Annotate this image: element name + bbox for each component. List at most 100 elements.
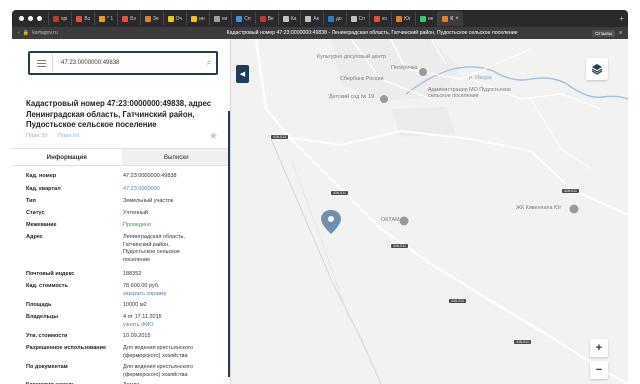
close-window-button[interactable] [19, 16, 24, 21]
browser-tab[interactable]: Вз [117, 12, 140, 25]
info-tabs: Информация Выписки [12, 148, 230, 166]
property-key: Разрешенное использование [26, 345, 107, 351]
browser-tab[interactable]: не [414, 12, 438, 25]
browser-tabs: spi Вз * 1 Вз Зе Оч ин ни Сп Ве Ка Ак до Сп ко Юг не К × [48, 11, 615, 26]
plan-kk-link[interactable]: План КК [58, 133, 80, 139]
address-right: Отзывы ≡ [592, 29, 628, 37]
road-tag: 41К-011 [331, 191, 349, 195]
plan-zu-link[interactable]: План ЗУ [26, 133, 48, 139]
property-key: Межевание [26, 222, 57, 228]
browser-tab[interactable]: ко [368, 12, 391, 25]
property-value-line: Проведено [123, 222, 152, 228]
tab-label: ин [199, 15, 205, 22]
browser-tab[interactable]: Сп [345, 12, 369, 25]
reviews-badge[interactable]: Отзывы [592, 29, 615, 37]
tab-label: Ка [290, 15, 297, 22]
property-key: Адрес [26, 234, 43, 240]
zoom-in-button[interactable]: + [590, 339, 608, 357]
browser-tab[interactable]: ин [186, 12, 209, 25]
road-tag: 41К-011 [449, 299, 467, 303]
object-title: Кадастровый номер 47:23:0000000:49838, а… [26, 99, 212, 129]
layers-icon [591, 64, 603, 75]
tab-label: К [450, 15, 454, 22]
browser-tab[interactable]: Оч [162, 12, 187, 25]
property-value-line: Земельный участок [123, 198, 174, 204]
favicon-icon [236, 15, 243, 22]
tab-info[interactable]: Информация [12, 149, 122, 165]
plan-links: План ЗУ План КК [26, 133, 79, 139]
property-value-line: Пудостьское сельское [123, 249, 180, 256]
favicon-icon [99, 15, 106, 22]
maximize-window-button[interactable] [37, 16, 42, 21]
back-icon[interactable]: ‹ [18, 30, 20, 36]
active-browser-tab[interactable]: К × [437, 11, 463, 26]
url-field[interactable]: ‹ 🔒 kartagov.ru [12, 30, 152, 36]
property-value-line: 47:23:0000000 [123, 186, 160, 192]
search-box[interactable]: 47:23:0000000:49838 ⌕ [28, 51, 218, 75]
favicon-icon [373, 15, 380, 22]
search-icon[interactable]: ⌕ [202, 58, 216, 68]
map-label-sberbank: Сбербанк России [340, 76, 384, 82]
browser-tab[interactable]: Юг [391, 12, 415, 25]
favicon-icon [213, 15, 220, 22]
close-tab-icon[interactable]: × [455, 16, 459, 22]
browser-tab[interactable]: Ак [300, 12, 323, 25]
map-area[interactable]: Культурно досуговый центр Пятёрочка Сбер… [231, 39, 628, 384]
property-value: Земельный участок [123, 198, 227, 206]
map-label-kivennapa: ЖК Кивеннапа Юг [516, 205, 562, 211]
property-value-line: 78,600.00 руб. [123, 283, 160, 289]
browser-tab[interactable]: Ка [277, 12, 301, 25]
browser-tab[interactable]: Зе [139, 12, 163, 25]
browser-tab[interactable]: Сп [231, 12, 254, 25]
tab-extracts[interactable]: Выписки [121, 149, 230, 165]
favicon-icon [396, 15, 402, 22]
minimize-window-button[interactable] [28, 16, 33, 21]
tab-label: Ак [313, 15, 319, 22]
property-value: Учтенный [123, 210, 227, 218]
favicon-icon [419, 15, 426, 22]
browser-tab[interactable]: до [322, 12, 346, 25]
property-value: 10000 м2 [123, 302, 227, 310]
favicon-icon [327, 15, 334, 22]
property-value-line: Для ведения крестьянского [123, 364, 194, 370]
property-value: 78,600.00 руб. заказать справку [123, 283, 227, 298]
property-value-line: поселение [123, 256, 151, 263]
new-tab-button[interactable]: + [615, 14, 628, 23]
property-key: Владельцы [26, 314, 59, 320]
property-action-link[interactable]: заказать справку [123, 291, 227, 299]
collapse-sidebar-button[interactable]: ◀ [236, 65, 249, 83]
tab-label: Сп [244, 15, 251, 22]
window-controls [12, 16, 48, 21]
tab-label: Ве [267, 15, 274, 22]
browser-tab[interactable]: ни [208, 12, 232, 25]
favicon-icon [282, 15, 289, 22]
layers-button[interactable] [586, 58, 608, 80]
property-value[interactable]: 47:23:0000000 [123, 186, 227, 194]
map-label-culture: Культурно досуговый центр [317, 54, 386, 60]
property-key: Площадь [26, 302, 52, 308]
browser-tab[interactable]: spi [48, 12, 71, 25]
star-icon[interactable]: ★ [209, 131, 218, 142]
property-key: Кад. стоимость [26, 283, 68, 289]
scrollbar[interactable] [228, 111, 230, 377]
hamburger-icon[interactable] [30, 59, 52, 67]
menu-icon[interactable]: ≡ [619, 30, 622, 36]
property-action-link[interactable]: узнать ФИО [123, 322, 227, 330]
zoom-out-button[interactable]: − [590, 361, 608, 379]
browser-tab[interactable]: Вз [71, 12, 94, 25]
browser-tab[interactable]: * 1 [94, 12, 117, 25]
favicon-icon [191, 15, 198, 22]
browser-tab[interactable]: Ве [254, 12, 278, 25]
search-input[interactable]: 47:23:0000000:49838 [61, 60, 202, 66]
search-divider [52, 54, 53, 72]
property-key: Почтовый индекс [26, 271, 75, 277]
property-value: 4 от 17.11.2015 узнать ФИО [123, 314, 227, 329]
browser-window: spi Вз * 1 Вз Зе Оч ин ни Сп Ве Ка Ак до Сп ко Юг не К × +… [12, 10, 628, 384]
favicon-icon [76, 15, 83, 22]
property-key: Кад. квартал [26, 186, 61, 192]
property-key: Статус [26, 210, 45, 216]
property-value-line: Ленинградская область, [123, 234, 185, 240]
tab-label: Зе [152, 15, 159, 22]
favicon-icon [122, 15, 129, 22]
map-label-oktam: ОКТАМ [381, 217, 400, 223]
